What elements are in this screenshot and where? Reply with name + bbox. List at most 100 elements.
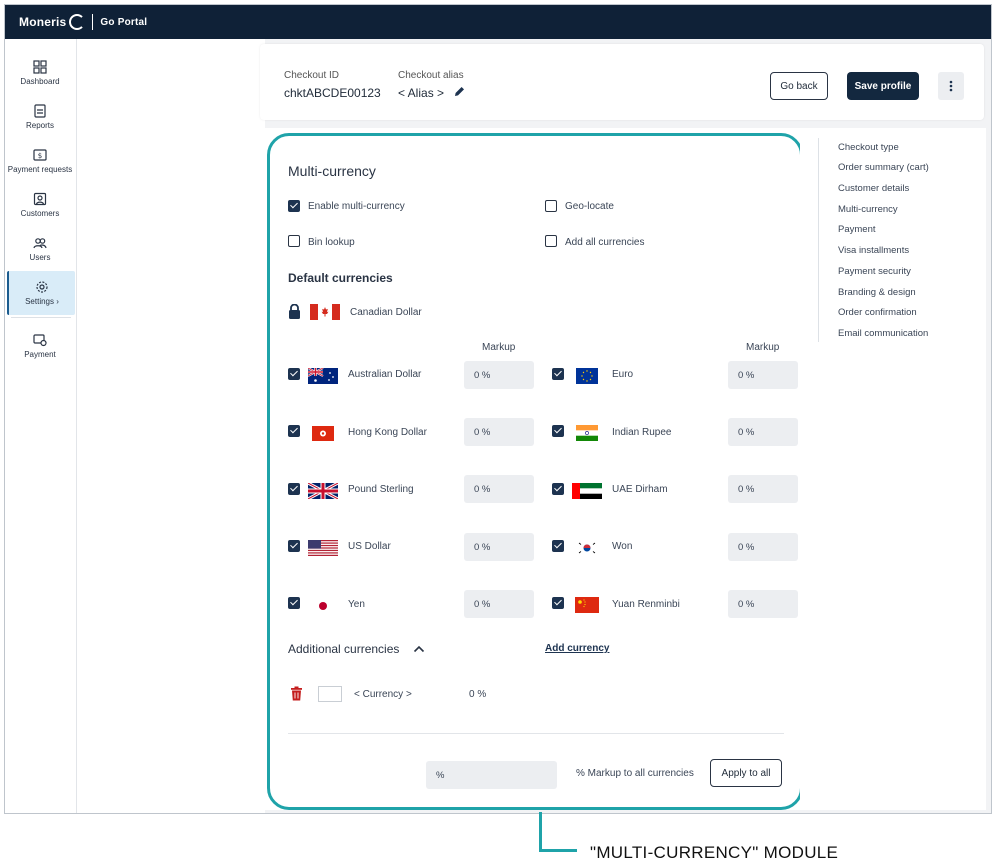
currency-checkbox-aed[interactable] xyxy=(552,483,564,495)
checkout-alias-value: < Alias > xyxy=(398,86,445,100)
multi-currency-module xyxy=(260,128,800,810)
apply-to-all-button[interactable]: Apply to all xyxy=(710,759,782,787)
sidebar-item-customers[interactable]: Customers xyxy=(5,183,75,227)
top-bar: Moneris Go Portal xyxy=(5,5,991,39)
section-nav-payment[interactable]: Payment xyxy=(838,224,876,235)
locked-currency-name: Canadian Dollar xyxy=(350,307,422,318)
currency-checkbox-eur[interactable] xyxy=(552,368,564,380)
markup-header-right: Markup xyxy=(746,342,780,353)
sidebar-item-payment-requests[interactable]: $ Payment requests xyxy=(5,139,75,183)
section-nav-email-communication[interactable]: Email communication xyxy=(838,328,928,339)
checkout-id-value: chktABCDE00123 xyxy=(284,86,381,100)
caption-connector-horizontal xyxy=(539,849,577,852)
currency-name-hkd: Hong Kong Dollar xyxy=(348,427,427,438)
markup-input-hkd[interactable]: 0 % xyxy=(464,418,534,446)
markup-all-input[interactable]: % xyxy=(426,761,557,789)
sidebar-item-payment[interactable]: Payment xyxy=(5,324,75,368)
uae-flag-icon xyxy=(572,483,602,499)
add-all-currencies-checkbox[interactable] xyxy=(545,235,557,247)
markup-input-krw[interactable]: 0 % xyxy=(728,533,798,561)
currency-name-aed: UAE Dirham xyxy=(612,484,668,495)
currency-checkbox-usd[interactable] xyxy=(288,540,300,552)
section-nav-checkout-type[interactable]: Checkout type xyxy=(838,142,899,153)
sidebar-item-reports[interactable]: Reports xyxy=(5,95,75,139)
portal-name: Go Portal xyxy=(100,16,148,28)
default-currencies-title: Default currencies xyxy=(288,271,393,285)
save-profile-button[interactable]: Save profile xyxy=(847,72,919,100)
markup-input-inr[interactable]: 0 % xyxy=(728,418,798,446)
currency-name-inr: Indian Rupee xyxy=(612,427,672,438)
module-title: Multi-currency xyxy=(288,163,376,179)
currency-name-usd: US Dollar xyxy=(348,541,391,552)
hong-kong-flag-icon xyxy=(312,426,334,441)
sidebar-item-label: Users xyxy=(29,253,51,262)
trash-icon[interactable] xyxy=(290,686,303,701)
sidebar-item-label: Reports xyxy=(25,121,54,130)
markup-input-usd[interactable]: 0 % xyxy=(464,533,534,561)
svg-text:$: $ xyxy=(38,152,42,160)
currency-checkbox-aud[interactable] xyxy=(288,368,300,380)
currency-checkbox-inr[interactable] xyxy=(552,425,564,437)
module-divider xyxy=(288,733,784,734)
currency-checkbox-cny[interactable] xyxy=(552,597,564,609)
sidebar-item-users[interactable]: Users xyxy=(5,227,75,271)
section-nav-order-summary[interactable]: Order summary (cart) xyxy=(838,162,929,173)
currency-name-eur: Euro xyxy=(612,369,634,380)
add-currency-link[interactable]: Add currency xyxy=(545,643,609,654)
users-icon xyxy=(33,238,47,249)
india-flag-icon xyxy=(576,425,598,441)
currency-name-aud: Australian Dollar xyxy=(348,369,422,380)
markup-input-cny[interactable]: 0 % xyxy=(728,590,798,618)
currency-name-krw: Won xyxy=(612,541,633,552)
currency-checkbox-gbp[interactable] xyxy=(288,483,300,495)
enable-multi-currency-checkbox[interactable] xyxy=(288,200,300,212)
markup-input-jpy[interactable]: 0 % xyxy=(464,590,534,618)
section-nav-payment-security[interactable]: Payment security xyxy=(838,266,911,277)
sidebar-item-settings[interactable]: Settings › xyxy=(7,271,75,315)
geo-locate-label: Geo-locate xyxy=(565,201,614,212)
section-nav-panel xyxy=(800,128,986,810)
currency-checkbox-krw[interactable] xyxy=(552,540,564,552)
markup-input-gbp[interactable]: 0 % xyxy=(464,475,534,503)
pencil-edit-icon[interactable] xyxy=(453,85,466,98)
currency-name-cny: Yuan Renminbi xyxy=(612,599,680,610)
chevron-up-icon[interactable] xyxy=(413,643,425,655)
markup-input-aud[interactable]: 0 % xyxy=(464,361,534,389)
payment-requests-icon: $ xyxy=(33,149,47,161)
section-nav-order-confirmation[interactable]: Order confirmation xyxy=(838,307,917,318)
markup-all-label: % Markup to all currencies xyxy=(576,768,694,779)
sidebar-item-label: Settings › xyxy=(25,297,59,306)
markup-input-aed[interactable]: 0 % xyxy=(728,475,798,503)
section-nav-customer-details[interactable]: Customer details xyxy=(838,183,909,194)
china-flag-icon xyxy=(575,597,599,613)
go-back-button[interactable]: Go back xyxy=(770,72,828,100)
section-nav-branding-design[interactable]: Branding & design xyxy=(838,287,916,298)
additional-currency-select[interactable]: < Currency > xyxy=(354,689,412,700)
uk-flag-icon xyxy=(308,483,338,499)
section-nav-visa-installments[interactable]: Visa installments xyxy=(838,245,909,256)
markup-input-eur[interactable]: 0 % xyxy=(728,361,798,389)
section-nav-multi-currency[interactable]: Multi-currency xyxy=(838,204,898,215)
moneris-swirl-icon xyxy=(69,14,86,30)
left-sidebar: Dashboard Reports $ Payment requests Cus… xyxy=(5,39,77,813)
section-nav-rail xyxy=(818,138,819,342)
checkout-alias-label: Checkout alias xyxy=(398,70,464,81)
bin-lookup-checkbox[interactable] xyxy=(288,235,300,247)
reports-icon xyxy=(34,104,46,118)
us-flag-icon xyxy=(308,540,338,556)
currency-name-gbp: Pound Sterling xyxy=(348,484,414,495)
brand-logo[interactable]: Moneris Go Portal xyxy=(19,14,147,30)
bin-lookup-label: Bin lookup xyxy=(308,237,355,248)
vertical-dots-icon xyxy=(949,80,953,92)
sidebar-item-label: Customers xyxy=(20,209,60,218)
more-options-button[interactable] xyxy=(938,72,964,100)
currency-checkbox-hkd[interactable] xyxy=(288,425,300,437)
sidebar-item-dashboard[interactable]: Dashboard xyxy=(5,51,75,95)
geo-locate-checkbox[interactable] xyxy=(545,200,557,212)
currency-checkbox-jpy[interactable] xyxy=(288,597,300,609)
additional-currency-markup[interactable]: 0 % xyxy=(469,689,486,700)
additional-currencies-title: Additional currencies xyxy=(288,642,400,656)
add-all-currencies-label: Add all currencies xyxy=(565,237,645,248)
enable-multi-currency-label: Enable multi-currency xyxy=(308,201,405,212)
markup-header-left: Markup xyxy=(482,342,516,353)
